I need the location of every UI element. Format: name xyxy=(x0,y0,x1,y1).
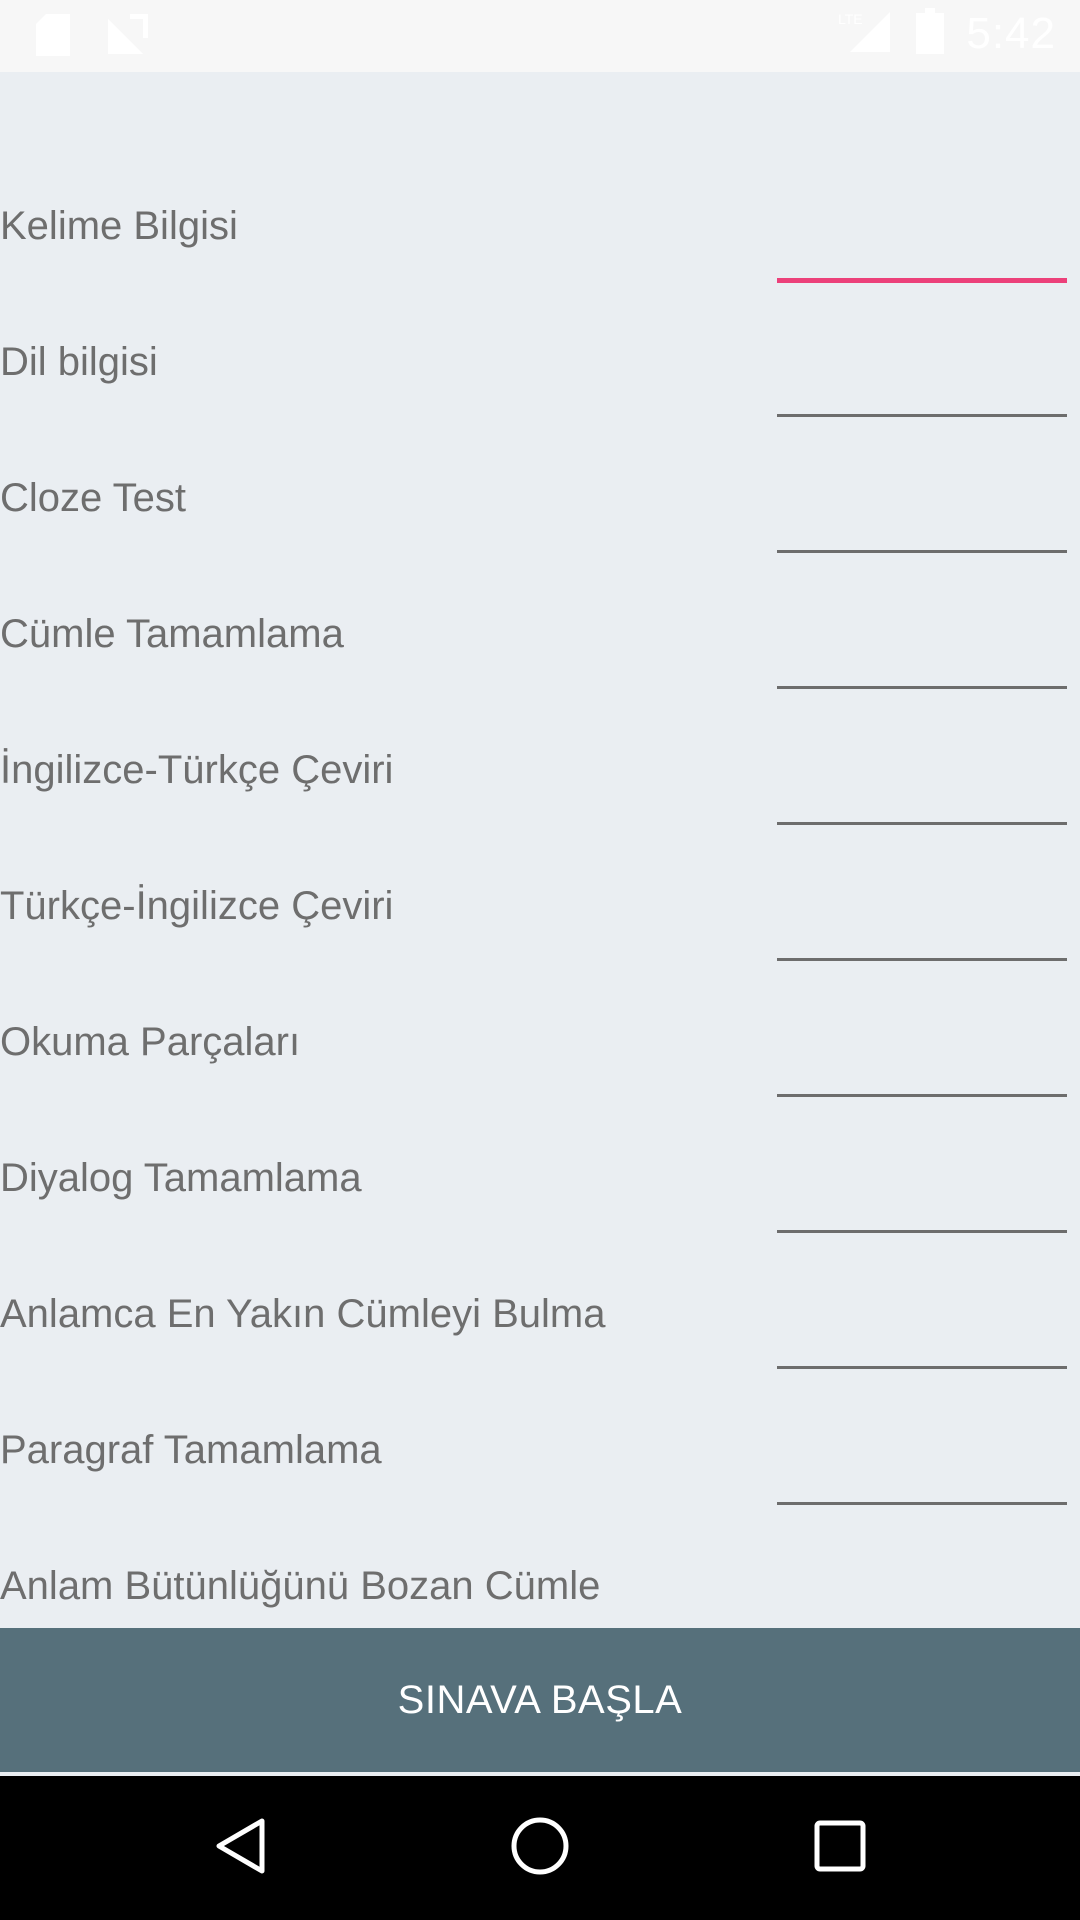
form-row-ingilizce-turkce-ceviri: İngilizce-Türkçe Çeviri xyxy=(0,702,1080,838)
paragraf-tamamlama-input[interactable] xyxy=(777,1442,1067,1505)
row-label: Okuma Parçaları xyxy=(0,1020,301,1064)
form-row-paragraf-tamamlama: Paragraf Tamamlama xyxy=(0,1382,1080,1518)
status-bar: LTE 5:42 xyxy=(0,0,1080,72)
row-label: Paragraf Tamamlama xyxy=(0,1428,382,1472)
turkce-ingilizce-ceviri-input[interactable] xyxy=(777,898,1067,961)
row-label: Kelime Bilgisi xyxy=(0,204,238,248)
back-icon xyxy=(212,1816,268,1881)
form-row-cumle-tamamlama: Cümle Tamamlama xyxy=(0,566,1080,702)
home-button[interactable] xyxy=(460,1776,620,1920)
back-button[interactable] xyxy=(160,1776,320,1920)
form-row-anlamca-en-yakin-cumleyi-bulma: Anlamca En Yakın Cümleyi Bulma xyxy=(0,1246,1080,1382)
status-clock: 5:42 xyxy=(966,8,1056,58)
form-row-cloze-test: Cloze Test xyxy=(0,430,1080,566)
start-exam-button[interactable]: SINAVA BAŞLA xyxy=(0,1628,1080,1772)
row-label: Diyalog Tamamlama xyxy=(0,1156,362,1200)
form-row-dil-bilgisi: Dil bilgisi xyxy=(0,294,1080,430)
recents-icon xyxy=(814,1820,866,1877)
form-row-kelime-bilgisi: Kelime Bilgisi xyxy=(0,158,1080,294)
dil-bilgisi-input[interactable] xyxy=(777,354,1067,417)
sd-card-icon xyxy=(36,14,70,61)
battery-icon xyxy=(916,8,945,59)
settings-form: Kelime Bilgisi Dil bilgisi Cloze Test Cü… xyxy=(0,72,1080,1641)
network-type-label: LTE xyxy=(838,11,863,27)
ingilizce-turkce-ceviri-input[interactable] xyxy=(777,762,1067,825)
navigation-bar xyxy=(0,1776,1080,1920)
home-icon xyxy=(510,1816,570,1881)
form-row-turkce-ingilizce-ceviri: Türkçe-İngilizce Çeviri xyxy=(0,838,1080,974)
row-label: Anlamca En Yakın Cümleyi Bulma xyxy=(0,1292,606,1336)
cell-signal-icon: LTE xyxy=(838,8,894,59)
form-row-diyalog-tamamlama: Diyalog Tamamlama xyxy=(0,1110,1080,1246)
anlamca-en-yakin-cumleyi-bulma-input[interactable] xyxy=(777,1306,1067,1369)
cloze-test-input[interactable] xyxy=(777,490,1067,553)
no-signal-icon xyxy=(106,13,149,61)
kelime-bilgisi-input[interactable] xyxy=(777,218,1067,283)
diyalog-tamamlama-input[interactable] xyxy=(777,1170,1067,1233)
cumle-tamamlama-input[interactable] xyxy=(777,626,1067,689)
row-label: İngilizce-Türkçe Çeviri xyxy=(0,748,394,792)
okuma-parcalari-input[interactable] xyxy=(777,1034,1067,1097)
row-label: Cloze Test xyxy=(0,476,187,520)
row-label: Dil bilgisi xyxy=(0,340,158,384)
row-label: Anlam Bütünlüğünü Bozan Cümle xyxy=(0,1564,601,1608)
row-label: Cümle Tamamlama xyxy=(0,612,344,656)
form-row-okuma-parcalari: Okuma Parçaları xyxy=(0,974,1080,1110)
recents-button[interactable] xyxy=(760,1776,920,1920)
row-label: Türkçe-İngilizce Çeviri xyxy=(0,884,394,928)
